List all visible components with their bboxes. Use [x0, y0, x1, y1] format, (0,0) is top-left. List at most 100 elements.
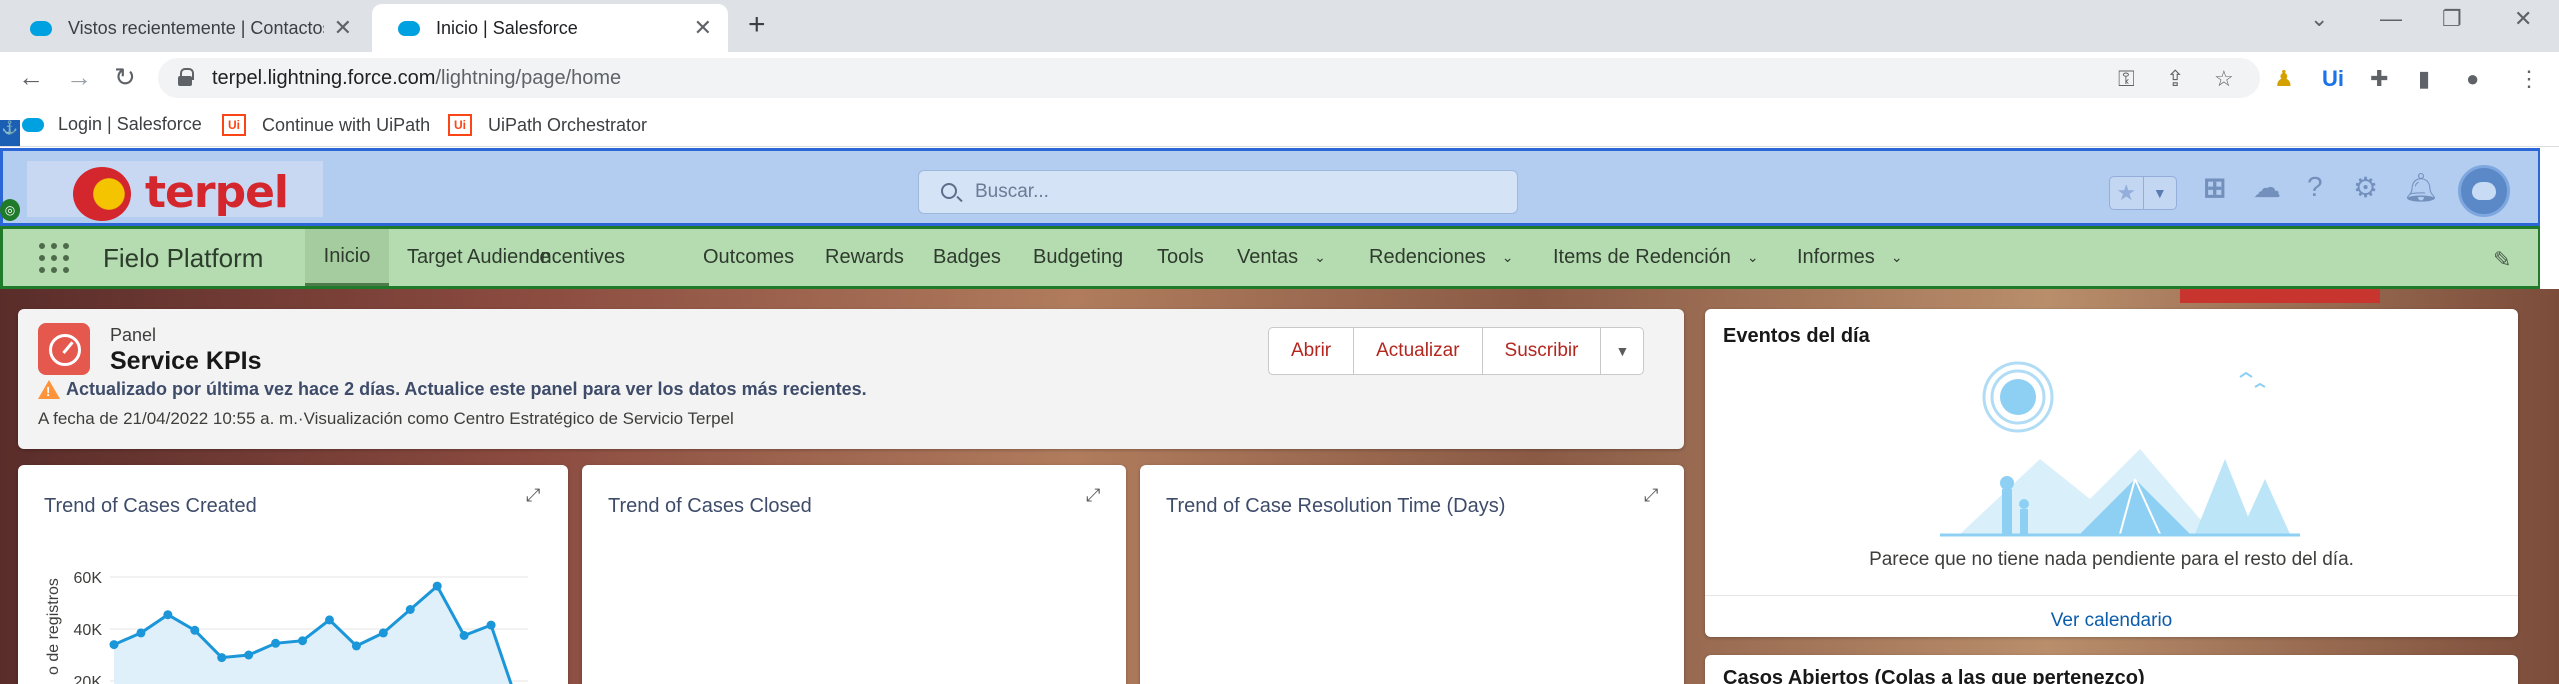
new-tab-icon[interactable]: + — [748, 8, 766, 42]
nav-item-incentives[interactable]: Incentives — [527, 229, 633, 286]
y-tick-label: 40K — [74, 622, 103, 639]
terpel-logo-icon — [73, 167, 131, 221]
reload-icon[interactable]: ↻ — [114, 62, 136, 93]
profile-icon[interactable]: ● — [2466, 66, 2479, 92]
company-logo[interactable]: terpel — [27, 161, 323, 221]
data-point[interactable] — [109, 640, 119, 650]
data-point[interactable] — [136, 628, 146, 638]
uipath-extension-icon[interactable]: Ui — [2322, 66, 2344, 92]
share-icon[interactable]: ⇪ — [2166, 66, 2184, 92]
more-actions-chevron-icon[interactable]: ▼ — [1601, 328, 1643, 374]
data-point[interactable] — [405, 605, 415, 614]
favorites-star-icon[interactable]: ★ — [2110, 177, 2143, 209]
nav-item-budgeting[interactable]: Budgeting — [1025, 229, 1131, 286]
forward-icon[interactable]: → — [66, 62, 92, 93]
minimize-icon[interactable]: — — [2380, 6, 2402, 32]
subscribe-button[interactable]: Suscribir — [1483, 328, 1602, 374]
bookmark-login-salesforce[interactable]: Login | Salesforce — [22, 114, 202, 135]
open-button[interactable]: Abrir — [1269, 328, 1355, 374]
close-tab-icon[interactable]: ✕ — [694, 15, 712, 41]
key-icon[interactable]: ⚿ — [2118, 66, 2135, 92]
expand-icon[interactable]: ⤢ — [1086, 485, 1106, 505]
data-point[interactable] — [486, 620, 496, 630]
global-header: ◎ terpel ★ ▼ ⊞ ☁ ? ⚙ 🔔︎ — [0, 148, 2540, 226]
app-launcher-icon[interactable] — [39, 243, 69, 273]
side-panel-icon[interactable]: ▮ — [2418, 66, 2430, 92]
tab-search-chevron-icon[interactable]: ⌄ — [2310, 6, 2328, 32]
anchor-icon: ⚓ — [0, 120, 20, 146]
bookmark-label: UiPath Orchestrator — [488, 114, 648, 135]
nav-item-redenciones[interactable]: Redenciones ⌄ — [1361, 229, 1521, 286]
chart-card-resolution-time: Trend of Case Resolution Time (Days) ⤢ — [1140, 465, 1684, 684]
chevron-down-icon[interactable]: ⌄ — [1314, 249, 1326, 266]
user-avatar[interactable] — [2458, 165, 2510, 217]
nav-item-label: Outcomes — [703, 246, 795, 268]
warning-icon — [38, 380, 60, 399]
browser-tab-inicio[interactable]: Inicio | Salesforce ✕ — [372, 4, 728, 52]
view-calendar-link[interactable]: Ver calendario — [1705, 595, 2518, 632]
nav-item-tools[interactable]: Tools — [1149, 229, 1212, 286]
url-text[interactable]: terpel.lightning.force.com/lightning/pag… — [212, 67, 621, 90]
extensions-puzzle-icon[interactable]: ✚ — [2370, 66, 2388, 92]
bookmark-star-icon[interactable]: ☆ — [2214, 66, 2234, 92]
window-close-icon[interactable]: ✕ — [2514, 6, 2532, 32]
data-point[interactable] — [324, 615, 334, 625]
nav-item-ventas[interactable]: Ventas ⌄ — [1229, 229, 1334, 286]
data-point[interactable] — [351, 641, 361, 651]
global-search[interactable] — [918, 170, 1518, 214]
restore-icon[interactable]: ❐ — [2442, 6, 2462, 32]
chevron-down-icon[interactable]: ⌄ — [1747, 249, 1759, 266]
data-point[interactable] — [298, 636, 308, 646]
browser-tab-contactos[interactable]: Vistos recientemente | Contactos | Sales… — [4, 4, 368, 52]
refresh-button[interactable]: Actualizar — [1354, 328, 1483, 374]
data-point[interactable] — [378, 628, 388, 638]
chart-card-cases-closed: Trend of Cases Closed ⤢ — [582, 465, 1126, 684]
data-point[interactable] — [190, 625, 200, 635]
nav-item-informes[interactable]: Informes ⌄ — [1789, 229, 1911, 286]
chart-title: Trend of Cases Closed — [608, 495, 812, 517]
data-point[interactable] — [271, 638, 281, 648]
dashboard-as-of: A fecha de 21/04/2022 10:55 a. m.·Visual… — [38, 409, 734, 428]
tab-title: Inicio | Salesforce — [436, 17, 578, 38]
search-input[interactable] — [975, 181, 1475, 203]
close-tab-icon[interactable]: ✕ — [334, 15, 352, 41]
nav-item-outcomes[interactable]: Outcomes — [695, 229, 802, 286]
nav-item-inicio[interactable]: Inicio — [305, 229, 389, 286]
notifications-bell-icon[interactable]: 🔔︎ — [2403, 171, 2439, 204]
nav-item-label: Redenciones — [1369, 246, 1486, 268]
lock-icon — [178, 68, 194, 86]
chevron-down-icon[interactable]: ⌄ — [1502, 249, 1514, 266]
events-title: Eventos del día — [1723, 325, 1870, 347]
expand-icon[interactable]: ⤢ — [1644, 485, 1664, 505]
data-point[interactable] — [432, 581, 442, 591]
chevron-down-icon[interactable]: ⌄ — [1891, 249, 1903, 266]
bookmark-uipath-orchestrator[interactable]: Ui UiPath Orchestrator — [448, 114, 647, 136]
extension-person-icon[interactable]: ♟ — [2274, 66, 2294, 92]
chrome-menu-icon[interactable]: ⋮ — [2518, 66, 2540, 92]
dashboard-actions: Abrir Actualizar Suscribir ▼ — [1268, 327, 1645, 375]
dashboard-type-label: Panel — [110, 325, 157, 345]
favorites-menu-icon[interactable]: ▼ — [2142, 177, 2177, 209]
bookmarks-bar: ⚓ Login | Salesforce Ui Continue with Ui… — [0, 104, 2559, 147]
favorites-button-group[interactable]: ★ ▼ — [2109, 176, 2177, 210]
data-point[interactable] — [244, 650, 254, 660]
warning-text: Actualizado por última vez hace 2 días. … — [66, 379, 867, 399]
data-point[interactable] — [459, 631, 469, 640]
address-bar[interactable]: terpel.lightning.force.com/lightning/pag… — [158, 58, 2260, 98]
data-point[interactable] — [163, 610, 173, 620]
nav-item-label: Incentives — [535, 246, 626, 268]
nav-item-items-de-redencion[interactable]: Items de Redención ⌄ — [1545, 229, 1767, 286]
help-icon[interactable]: ? — [2307, 171, 2323, 203]
trailhead-icon[interactable]: ☁ — [2253, 171, 2281, 204]
setup-gear-icon[interactable]: ⚙ — [2353, 171, 2378, 204]
back-icon[interactable]: ← — [18, 62, 44, 93]
nav-item-rewards[interactable]: Rewards — [817, 229, 912, 286]
edit-nav-pencil-icon[interactable]: ✎ — [2493, 247, 2511, 273]
bookmark-continue-uipath[interactable]: Ui Continue with UiPath — [222, 114, 430, 136]
global-actions-add-icon[interactable]: ⊞ — [2203, 171, 2226, 204]
nav-item-label: Items de Redención — [1553, 246, 1731, 268]
salesforce-cloud-icon — [30, 20, 52, 36]
nav-item-badges[interactable]: Badges — [925, 229, 1009, 286]
empty-events-illustration — [1940, 361, 2300, 537]
data-point[interactable] — [217, 653, 227, 663]
